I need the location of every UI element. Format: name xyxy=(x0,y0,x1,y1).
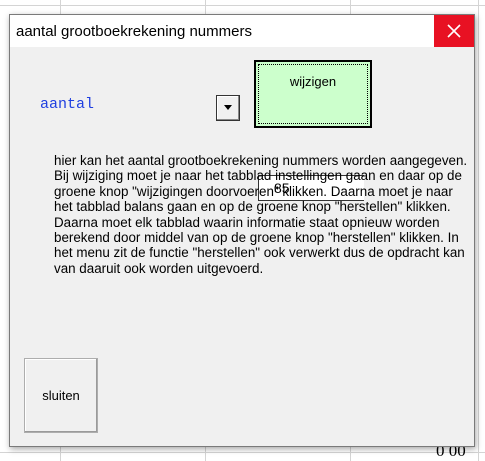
sluiten-button[interactable]: sluiten xyxy=(24,358,98,433)
description-text: hier kan het aantal grootboekrekening nu… xyxy=(54,153,468,276)
dialog-window: aantal grootboekrekening nummers aantal … xyxy=(9,14,475,447)
dropdown-button[interactable] xyxy=(216,95,240,121)
grid-line xyxy=(478,0,479,461)
close-icon xyxy=(447,24,461,38)
dialog-titlebar[interactable]: aantal grootboekrekening nummers xyxy=(10,15,474,47)
dialog-title: aantal grootboekrekening nummers xyxy=(16,23,252,40)
grid-line xyxy=(0,452,485,453)
aantal-combobox[interactable]: 85 xyxy=(134,95,364,201)
aantal-label: aantal xyxy=(40,96,95,113)
grid-line xyxy=(0,5,485,6)
close-button[interactable] xyxy=(434,15,474,47)
wijzigen-button[interactable]: wijzigen xyxy=(254,60,372,128)
chevron-down-icon xyxy=(224,105,232,110)
